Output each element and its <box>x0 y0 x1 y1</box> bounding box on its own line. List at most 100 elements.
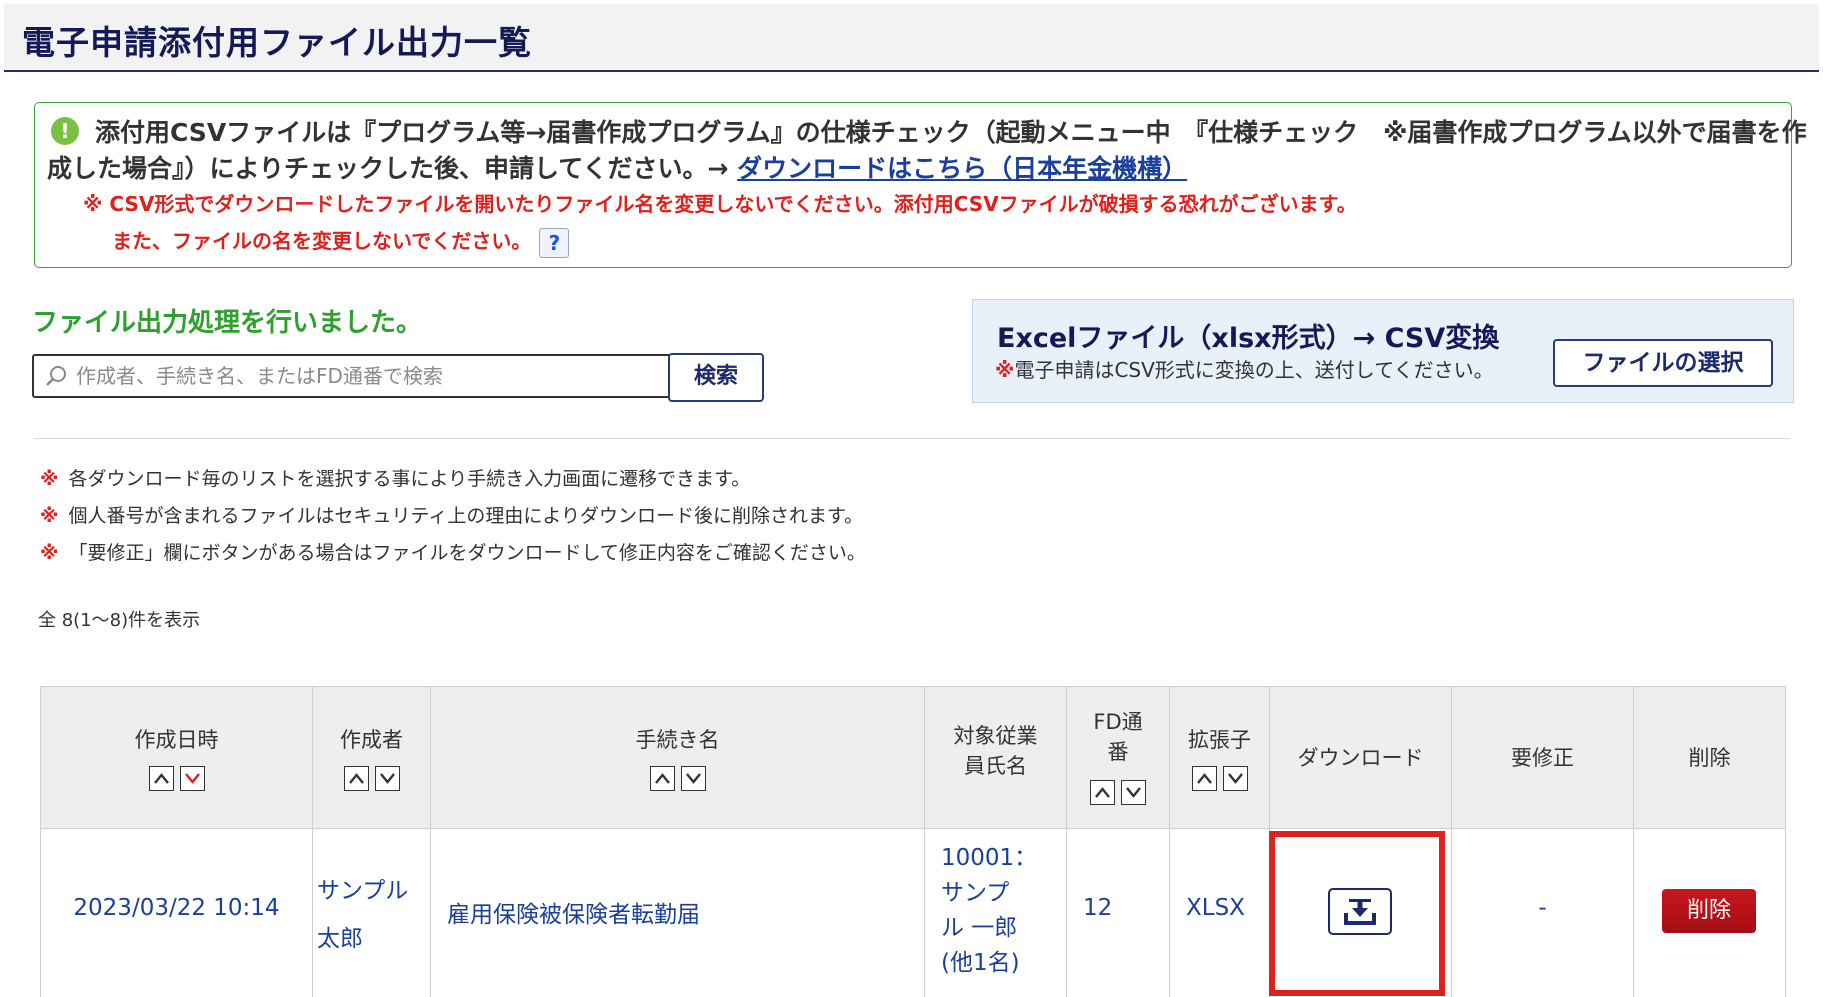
column-fix-required: 要修正 - <box>1452 687 1634 997</box>
chevron-down-icon <box>685 772 701 784</box>
column-fd-number: FD通 番 12 <box>1067 687 1170 997</box>
header-download: ダウンロード <box>1270 687 1451 829</box>
creator-line1: サンプル <box>317 878 409 904</box>
header-fd-number: FD通 番 <box>1067 687 1169 829</box>
page-header: 電子申請添付用ファイル出力一覧 <box>4 4 1819 72</box>
sort-controls <box>1170 765 1269 791</box>
created-datetime-link[interactable]: 2023/03/22 10:14 <box>41 895 312 921</box>
header-fd-line2: 番 <box>1107 740 1129 764</box>
sort-asc-button[interactable] <box>1191 765 1217 791</box>
note-mark: ※ <box>995 358 1015 382</box>
result-count: 全 8(1～8)件を表示 <box>38 610 201 631</box>
fix-required-value: - <box>1538 895 1547 921</box>
header-creator: 作成者 <box>313 687 430 829</box>
creator-link[interactable]: サンプル 太郎 <box>317 867 408 963</box>
filename-warning-text: また、ファイルの名を変更しないでください。 <box>112 229 532 253</box>
page-title: 電子申請添付用ファイル出力一覧 <box>22 23 532 62</box>
header-delete: 削除 <box>1634 687 1785 829</box>
cell-created: 2023/03/22 10:14 <box>41 829 312 997</box>
note-text: 個人番号が含まれるファイルはセキュリティ上の理由によりダウンロード後に削除されま… <box>68 505 864 527</box>
sort-desc-button[interactable] <box>1121 779 1146 805</box>
help-button[interactable]: ? <box>539 227 570 258</box>
cell-employee: 10001： サンプ ル 一郎 (他1名) <box>925 829 1066 997</box>
sort-controls <box>431 765 924 791</box>
csv-warning-text: ※ CSV形式でダウンロードしたファイルを開いたりファイル名を変更しないでくださ… <box>83 192 1357 216</box>
header-download-label: ダウンロード <box>1297 746 1424 770</box>
column-employee: 対象従業 員氏名 10001： サンプ ル 一郎 (他1名) <box>925 687 1067 997</box>
chevron-up-icon <box>153 772 169 784</box>
note-text: 各ダウンロード毎のリストを選択する事により手続き入力画面に遷移できます。 <box>68 468 751 490</box>
sort-controls <box>1067 779 1169 805</box>
procedure-link[interactable]: 雇用保険被保険者転勤届 <box>447 895 700 929</box>
header-created-label: 作成日時 <box>134 728 219 752</box>
sort-asc-button[interactable] <box>649 765 675 791</box>
employee-line1: 10001： <box>941 845 1038 871</box>
note-item: ※ 個人番号が含まれるファイルはセキュリティ上の理由によりダウンロード後に削除され… <box>40 501 866 538</box>
cell-extension: XLSX <box>1170 829 1269 997</box>
process-complete-message: ファイル出力処理を行いました。 <box>32 308 423 338</box>
excel-convert-panel: Excelファイル（xlsx形式）→ CSV変換 ※電子申請はCSV形式に変換の… <box>972 299 1794 403</box>
sort-controls <box>313 765 430 791</box>
cell-creator: サンプル 太郎 <box>313 829 430 997</box>
sort-desc-button[interactable] <box>680 765 706 791</box>
search-button[interactable]: 検索 <box>668 353 764 402</box>
notice-text-line1: 添付用CSVファイルは『プログラム等→届書作成プログラム』の仕様チェック（起動メ… <box>95 118 1807 147</box>
search-input[interactable] <box>74 360 668 392</box>
exclamation-icon: ! <box>51 117 79 145</box>
column-extension: 拡張子 XLSX <box>1170 687 1270 997</box>
column-procedure: 手続き名 雇用保険被保険者転勤届 <box>431 687 925 997</box>
cell-download <box>1270 829 1451 997</box>
employee-line2: サンプ <box>941 880 1010 906</box>
sort-desc-button[interactable] <box>179 765 205 791</box>
header-created: 作成日時 <box>41 687 312 829</box>
column-download: ダウンロード <box>1270 687 1452 997</box>
extension-link[interactable]: XLSX <box>1186 895 1245 921</box>
chevron-down-icon <box>1227 772 1243 784</box>
excel-convert-note: ※電子申請はCSV形式に変換の上、送付してください。 <box>995 354 1494 383</box>
divider <box>34 438 1790 439</box>
notice-text-line2: 成した場合』）によりチェックした後、申請してください。→ ダウンロードはこちら（… <box>47 149 1187 185</box>
cell-delete: 削除 <box>1634 829 1785 997</box>
notice-box: ! 添付用CSVファイルは『プログラム等→届書作成プログラム』の仕様チェック（起… <box>34 102 1807 268</box>
pension-download-link[interactable]: ダウンロードはこちら（日本年金機構） <box>737 154 1187 183</box>
column-creator: 作成者 サンプル 太郎 <box>313 687 431 997</box>
search-box <box>32 354 680 398</box>
sort-desc-button[interactable] <box>1222 765 1248 791</box>
search-icon <box>46 366 66 386</box>
employee-line4: (他1名) <box>941 950 1020 976</box>
note-mark: ※ <box>40 468 59 490</box>
header-creator-label: 作成者 <box>340 728 403 752</box>
header-fd-line1: FD通 <box>1093 710 1143 734</box>
sort-desc-button[interactable] <box>374 765 400 791</box>
file-output-table: 作成日時 2023/03/22 10:14 作成者 サンプル 太郎 手続き名 雇… <box>40 686 1786 997</box>
header-procedure: 手続き名 <box>431 687 924 829</box>
chevron-down-icon <box>184 772 200 784</box>
note-mark: ※ <box>40 542 59 564</box>
chevron-up-icon <box>348 772 364 784</box>
excel-convert-title: Excelファイル（xlsx形式）→ CSV変換 <box>997 323 1500 354</box>
chevron-down-icon <box>379 772 395 784</box>
download-icon <box>1344 899 1376 925</box>
header-employee-line1: 対象従業 <box>953 724 1038 748</box>
delete-button[interactable]: 削除 <box>1662 889 1756 933</box>
chevron-down-icon <box>1126 786 1141 798</box>
employee-link[interactable]: 10001： サンプ ル 一郎 (他1名) <box>941 841 1037 981</box>
sort-asc-button[interactable] <box>1090 779 1115 805</box>
download-button[interactable] <box>1328 888 1392 935</box>
chevron-up-icon <box>1095 786 1110 798</box>
excel-note-text: 電子申請はCSV形式に変換の上、送付してください。 <box>1014 358 1494 382</box>
note-text: 「要修正」欄にボタンがある場合はファイルをダウンロードして修正内容をご確認くださ… <box>68 542 866 564</box>
fd-number-link[interactable]: 12 <box>1083 895 1112 921</box>
sort-asc-button[interactable] <box>343 765 369 791</box>
header-employee: 対象従業 員氏名 <box>925 687 1066 829</box>
notes-list: ※ 各ダウンロード毎のリストを選択する事により手続き入力画面に遷移できます。 ※ 個… <box>40 464 866 575</box>
header-extension-label: 拡張子 <box>1188 728 1251 752</box>
header-fix-required: 要修正 <box>1452 687 1633 829</box>
sort-asc-button[interactable] <box>148 765 174 791</box>
column-delete: 削除 削除 <box>1634 687 1785 997</box>
column-created: 作成日時 2023/03/22 10:14 <box>41 687 313 997</box>
notice-text-prefix: 成した場合』）によりチェックした後、申請してください。→ <box>47 154 738 183</box>
header-delete-label: 削除 <box>1688 746 1731 770</box>
creator-line2: 太郎 <box>317 926 363 952</box>
file-select-button[interactable]: ファイルの選択 <box>1553 339 1773 387</box>
